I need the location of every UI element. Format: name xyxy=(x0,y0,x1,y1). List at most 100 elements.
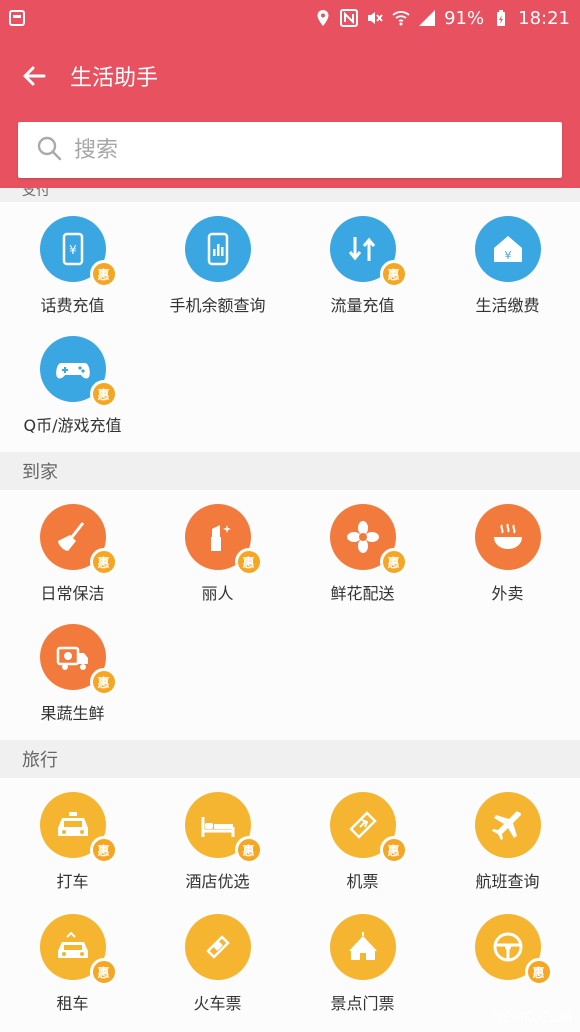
discount-badge: 惠 xyxy=(234,548,263,576)
food-bowl-icon xyxy=(493,523,522,549)
service-tile[interactable]: 外卖 xyxy=(435,490,580,608)
service-icon-circle: 惠 xyxy=(39,504,118,576)
broom-icon xyxy=(57,522,84,551)
discount-badge: 惠 xyxy=(234,836,263,864)
discount-badge: 惠 xyxy=(89,548,118,576)
lipstick-icon xyxy=(210,525,231,551)
service-icon-circle xyxy=(474,504,541,570)
service-label: 鲜花配送 xyxy=(330,584,395,603)
section-grid-pay: ¥ 惠 话费充值 手机余额查询 惠 流量充值 ¥ 生活缴费 惠 Q币/游戏充值 xyxy=(0,202,580,452)
discount-badge: 惠 xyxy=(89,958,118,986)
service-label: 航班查询 xyxy=(475,872,540,891)
service-label: 手机余额查询 xyxy=(169,296,266,315)
service-tile[interactable]: 惠 流量充值 xyxy=(290,202,435,320)
app-screen: { "status_bar": { "battery": "91%", "tim… xyxy=(0,0,580,1032)
service-icon-circle: 惠 xyxy=(39,624,118,696)
discount-badge: 惠 xyxy=(379,548,408,576)
page-title: 生活助手 xyxy=(70,66,159,91)
status-bar: 91% 18:21 xyxy=(0,0,580,36)
service-tile[interactable]: ¥ 惠 话费充值 xyxy=(0,202,145,320)
discount-badge: 惠 xyxy=(89,836,118,864)
service-tile[interactable]: 惠 酒店优选 xyxy=(145,778,290,896)
service-tile[interactable]: ¥ 生活缴费 xyxy=(435,202,580,320)
search-area xyxy=(0,116,580,188)
location-icon xyxy=(314,9,332,27)
service-label: 话费充值 xyxy=(40,296,105,315)
gamepad-icon xyxy=(55,363,90,379)
service-label: 火车票 xyxy=(193,994,242,1013)
svg-text:¥: ¥ xyxy=(69,243,77,257)
service-tile[interactable]: 火车票 xyxy=(145,900,290,1018)
tent-icon xyxy=(348,932,377,960)
service-label: Q币/游戏充值 xyxy=(23,416,122,435)
service-tile[interactable]: 惠 打车 xyxy=(0,778,145,896)
section-header-home: 到家 xyxy=(0,452,580,490)
app-bar: 生活助手 xyxy=(0,36,580,116)
service-icon-circle: 惠 xyxy=(39,792,118,864)
service-label: 日常保洁 xyxy=(40,584,105,603)
search-input[interactable] xyxy=(74,137,534,163)
section-grid-travel: 惠 打车 惠 酒店优选 惠 机票 航班查询 惠 租车 火车票 景点门票 惠 xyxy=(0,778,580,1032)
service-tile[interactable]: 航班查询 xyxy=(435,778,580,896)
service-tile[interactable]: 手机余额查询 xyxy=(145,202,290,320)
service-tile[interactable]: 惠 日常保洁 xyxy=(0,490,145,608)
service-icon-circle xyxy=(184,914,251,980)
status-right: 91% 18:21 xyxy=(314,8,570,29)
service-label: 流量充值 xyxy=(330,296,395,315)
service-icon-circle xyxy=(184,216,251,282)
search-box[interactable] xyxy=(18,122,562,178)
discount-badge: 惠 xyxy=(89,380,118,408)
svg-text:¥: ¥ xyxy=(504,249,511,262)
service-icon-circle: 惠 xyxy=(474,914,553,986)
service-label: 生活缴费 xyxy=(475,296,540,315)
nfc-icon xyxy=(340,9,359,27)
house-yuan-icon: ¥ xyxy=(493,236,522,262)
service-label: 打车 xyxy=(56,872,89,891)
service-label: 机票 xyxy=(346,872,379,891)
service-icon-circle: 惠 xyxy=(329,504,408,576)
service-icon-circle: ¥ xyxy=(474,216,541,282)
discount-badge: 惠 xyxy=(524,958,553,986)
service-tile[interactable]: 景点门票 xyxy=(290,900,435,1018)
clock: 18:21 xyxy=(518,7,570,29)
signal-icon xyxy=(418,9,436,27)
service-label: 丽人 xyxy=(201,584,234,603)
service-icon-circle: 惠 xyxy=(184,504,263,576)
bed-icon xyxy=(201,817,234,837)
wifi-icon xyxy=(392,9,410,27)
steering-wheel-icon xyxy=(493,932,522,962)
phone-chart-icon xyxy=(207,232,228,266)
data-arrows-icon xyxy=(348,237,375,261)
service-tile[interactable]: 惠 丽人 xyxy=(145,490,290,608)
phone-yuan-icon: ¥ xyxy=(62,232,83,266)
service-icon-circle: 惠 xyxy=(329,792,408,864)
section-title: 支付 xyxy=(22,188,50,199)
search-icon xyxy=(36,135,62,165)
section-title: 旅行 xyxy=(22,750,58,771)
service-label: 外卖 xyxy=(491,584,524,603)
notification-icon xyxy=(8,9,26,27)
service-tile[interactable]: 惠 租车 xyxy=(0,900,145,1018)
service-tile[interactable]: 惠 果蔬生鲜 xyxy=(0,610,145,728)
delivery-truck-icon xyxy=(56,646,88,670)
discount-badge: 惠 xyxy=(89,260,118,288)
service-tile[interactable]: 惠 xyxy=(435,900,580,1018)
train-ticket-icon xyxy=(205,935,230,959)
service-tile[interactable]: 惠 Q币/游戏充值 xyxy=(0,322,145,440)
status-left xyxy=(8,9,26,27)
back-button[interactable] xyxy=(20,62,48,90)
service-label: 酒店优选 xyxy=(185,872,250,891)
service-tile[interactable]: 惠 鲜花配送 xyxy=(290,490,435,608)
taxi-icon xyxy=(57,812,88,836)
section-title: 到家 xyxy=(22,462,58,483)
service-label: 租车 xyxy=(56,994,89,1013)
mute-icon xyxy=(366,9,384,27)
service-label: 景点门票 xyxy=(330,994,395,1013)
battery-icon xyxy=(492,9,510,27)
service-tile[interactable]: 惠 机票 xyxy=(290,778,435,896)
discount-badge: 惠 xyxy=(89,668,118,696)
watermark-text: YEMO.COM xyxy=(494,1010,572,1026)
back-arrow-icon xyxy=(23,66,46,86)
service-icon-circle: 惠 xyxy=(39,914,118,986)
battery-percent: 91% xyxy=(444,7,485,29)
